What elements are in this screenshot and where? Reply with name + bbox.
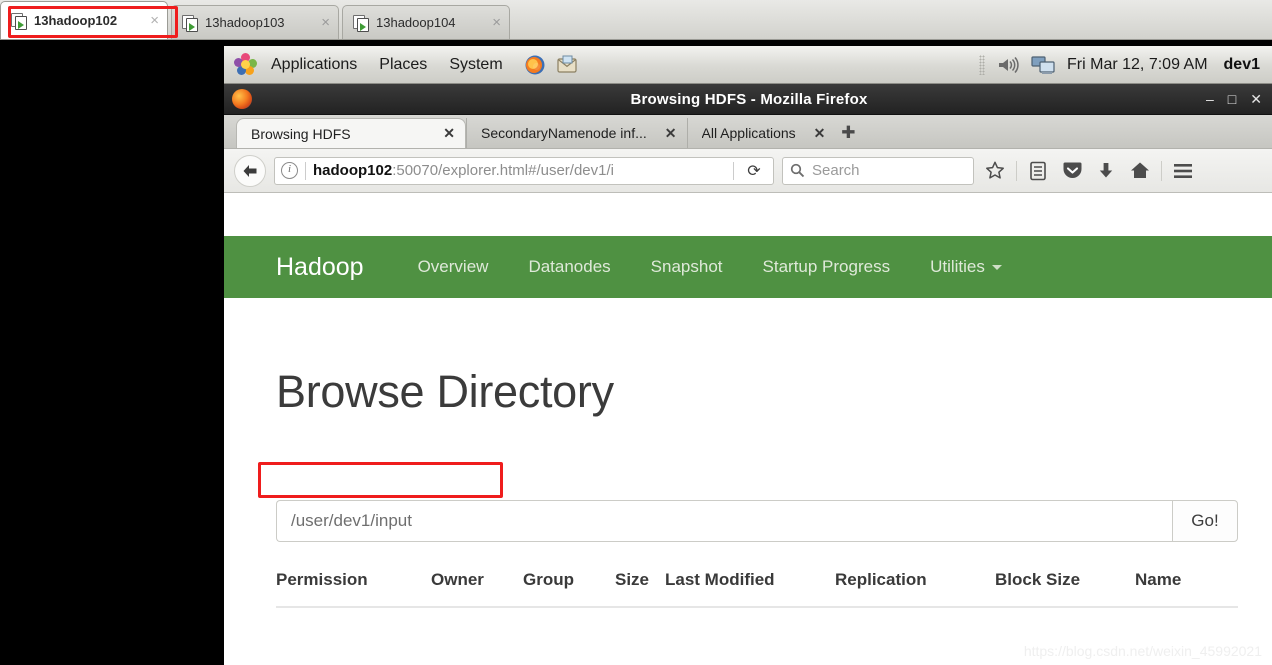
terminal-tab-close-icon[interactable]: × bbox=[150, 13, 159, 28]
column-header-owner[interactable]: Owner bbox=[431, 570, 523, 607]
search-bar[interactable]: Search bbox=[782, 156, 974, 185]
watermark-text: https://blog.csdn.net/weixin_45992021 bbox=[1023, 643, 1262, 659]
home-icon[interactable] bbox=[1127, 158, 1153, 184]
firefox-tab-close-icon[interactable]: ✕ bbox=[665, 125, 677, 142]
site-info-icon[interactable]: i bbox=[281, 162, 298, 179]
hadoop-navbar: Hadoop Overview Datanodes Snapshot Start… bbox=[224, 236, 1272, 298]
hdfs-explorer-page: Hadoop Overview Datanodes Snapshot Start… bbox=[224, 236, 1272, 665]
nav-link-startup-progress[interactable]: Startup Progress bbox=[743, 257, 911, 277]
column-header-replication[interactable]: Replication bbox=[835, 570, 995, 607]
firefox-tab-close-icon[interactable]: ✕ bbox=[814, 125, 826, 142]
terminal-tab-label: 13hadoop102 bbox=[34, 13, 118, 28]
path-input-group: /user/dev1/input Go! bbox=[276, 500, 1238, 542]
page-content: Browse Directory /user/dev1/input Go! Pe… bbox=[224, 366, 1272, 608]
terminal-tab-label: 13hadoop104 bbox=[376, 15, 456, 30]
firefox-tab-close-icon[interactable]: ✕ bbox=[443, 125, 455, 142]
firefox-tab-label: SecondaryNamenode inf... bbox=[481, 125, 647, 141]
minimize-button[interactable]: – bbox=[1206, 91, 1214, 107]
firefox-tab-browsing-hdfs[interactable]: Browsing HDFS ✕ bbox=[236, 118, 466, 148]
column-header-last-modified[interactable]: Last Modified bbox=[665, 570, 835, 607]
search-input-placeholder: Search bbox=[812, 162, 860, 179]
new-tab-button[interactable]: ✚ bbox=[835, 118, 861, 148]
screen-root: 13hadoop102 × 13hadoop103 × 13hadoop104 … bbox=[0, 0, 1272, 665]
gnome-top-panel: Applications Places System Fri Mar 12, 7… bbox=[224, 46, 1272, 84]
menu-applications[interactable]: Applications bbox=[260, 56, 368, 74]
reload-button[interactable]: ⟳ bbox=[741, 158, 767, 184]
maximize-button[interactable]: □ bbox=[1228, 91, 1236, 107]
terminal-tab-close-icon[interactable]: × bbox=[321, 15, 330, 30]
terminal-tab-strip: 13hadoop102 × 13hadoop103 × 13hadoop104 … bbox=[0, 0, 1272, 40]
table-header-row: Permission Owner Group Size Last Modifie… bbox=[276, 570, 1238, 607]
column-header-block-size[interactable]: Block Size bbox=[995, 570, 1135, 607]
go-button[interactable]: Go! bbox=[1172, 500, 1238, 542]
firefox-window-title: Browsing HDFS - Mozilla Firefox bbox=[630, 90, 868, 108]
url-path-text: :50070/explorer.html#/user/dev1/i bbox=[392, 162, 614, 179]
search-icon bbox=[790, 163, 805, 178]
column-header-group[interactable]: Group bbox=[523, 570, 615, 607]
menu-icon[interactable] bbox=[1170, 158, 1196, 184]
terminal-tab-13hadoop102[interactable]: 13hadoop102 × bbox=[0, 1, 168, 39]
panel-drag-handle[interactable] bbox=[979, 54, 986, 75]
downloads-icon[interactable] bbox=[1093, 158, 1119, 184]
url-bar[interactable]: i hadoop102 :50070/explorer.html#/user/d… bbox=[274, 156, 774, 185]
directory-listing-table: Permission Owner Group Size Last Modifie… bbox=[276, 570, 1238, 608]
library-icon[interactable] bbox=[1025, 158, 1051, 184]
pocket-icon[interactable] bbox=[1059, 158, 1085, 184]
terminal-tab-close-icon[interactable]: × bbox=[492, 15, 501, 30]
terminal-tab-label: 13hadoop103 bbox=[205, 15, 285, 30]
terminal-session-icon bbox=[182, 14, 198, 32]
hadoop-brand[interactable]: Hadoop bbox=[276, 253, 364, 282]
vm-desktop-window: Applications Places System Fri Mar 12, 7… bbox=[220, 46, 1272, 665]
menu-places[interactable]: Places bbox=[368, 56, 438, 74]
nav-link-datanodes[interactable]: Datanodes bbox=[508, 257, 630, 277]
nav-link-utilities-label: Utilities bbox=[930, 257, 985, 276]
firefox-tab-secondarynamenode[interactable]: SecondaryNamenode inf... ✕ bbox=[466, 118, 687, 148]
bookmark-star-icon[interactable] bbox=[982, 158, 1008, 184]
terminal-session-icon bbox=[353, 14, 369, 32]
page-title: Browse Directory bbox=[276, 366, 614, 417]
mail-icon[interactable] bbox=[554, 52, 580, 78]
nav-link-utilities[interactable]: Utilities bbox=[910, 257, 1022, 277]
column-header-permission[interactable]: Permission bbox=[276, 570, 431, 607]
terminal-session-icon bbox=[11, 12, 27, 30]
column-header-name[interactable]: Name bbox=[1135, 570, 1238, 607]
firefox-icon[interactable] bbox=[522, 52, 548, 78]
terminal-tab-13hadoop104[interactable]: 13hadoop104 × bbox=[342, 5, 510, 39]
nav-link-snapshot[interactable]: Snapshot bbox=[631, 257, 743, 277]
panel-clock[interactable]: Fri Mar 12, 7:09 AM bbox=[1067, 56, 1208, 74]
firefox-tab-all-applications[interactable]: All Applications ✕ bbox=[686, 118, 836, 148]
firefox-tab-bar: Browsing HDFS ✕ SecondaryNamenode inf...… bbox=[224, 115, 1272, 149]
column-header-size[interactable]: Size bbox=[615, 570, 665, 607]
terminal-tab-13hadoop103[interactable]: 13hadoop103 × bbox=[171, 5, 339, 39]
nav-link-overview[interactable]: Overview bbox=[398, 257, 509, 277]
network-monitor-icon[interactable] bbox=[1031, 52, 1057, 78]
directory-path-input[interactable]: /user/dev1/input bbox=[276, 500, 1172, 542]
url-host-text: hadoop102 bbox=[313, 162, 393, 179]
close-button[interactable]: ✕ bbox=[1250, 91, 1262, 108]
chevron-down-icon bbox=[991, 265, 1002, 271]
menu-system[interactable]: System bbox=[438, 56, 513, 74]
firefox-tab-label: Browsing HDFS bbox=[251, 125, 351, 142]
firefox-navigation-toolbar: i hadoop102 :50070/explorer.html#/user/d… bbox=[224, 149, 1272, 193]
gnome-logo-icon bbox=[234, 52, 258, 77]
back-button[interactable] bbox=[234, 154, 266, 187]
firefox-tab-label: All Applications bbox=[701, 125, 796, 141]
back-arrow-icon bbox=[243, 164, 257, 177]
panel-username[interactable]: dev1 bbox=[1224, 56, 1260, 74]
firefox-titlebar: Browsing HDFS - Mozilla Firefox – □ ✕ bbox=[224, 84, 1272, 115]
firefox-window: Browsing HDFS - Mozilla Firefox – □ ✕ Br… bbox=[224, 84, 1272, 665]
volume-icon[interactable] bbox=[995, 52, 1021, 78]
